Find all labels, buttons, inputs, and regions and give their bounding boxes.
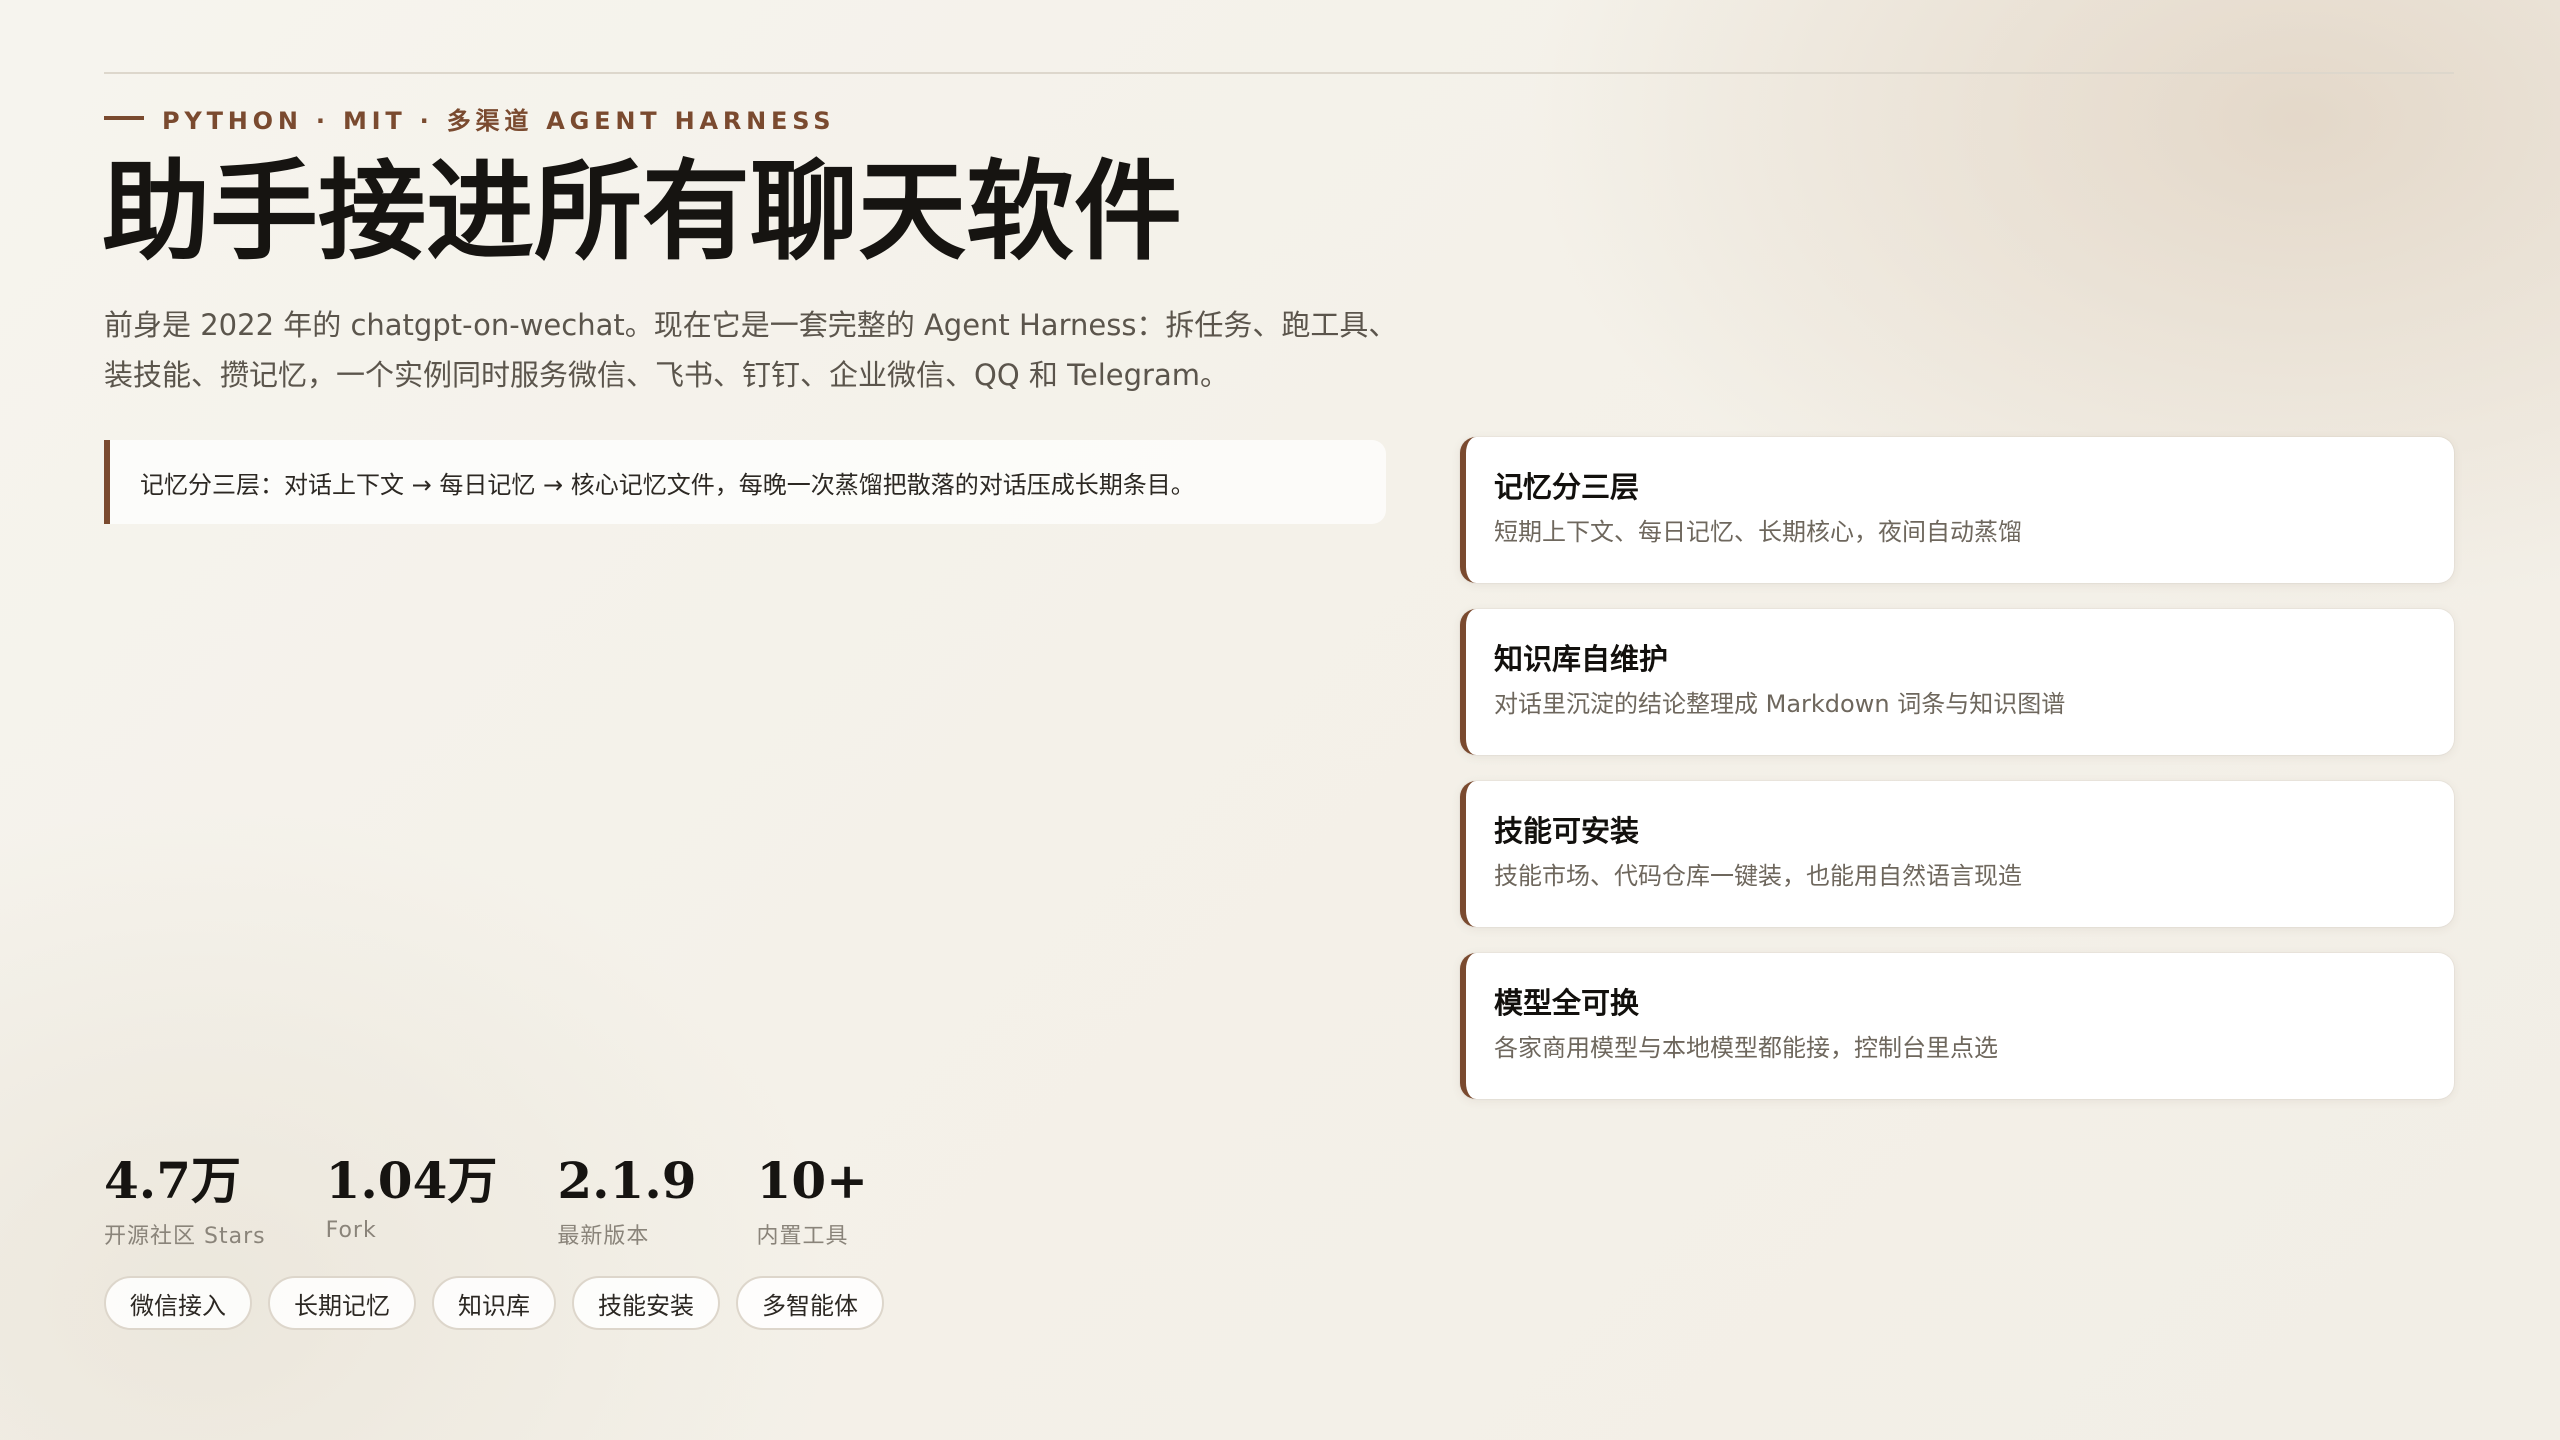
tag-wechat[interactable]: 微信接入: [104, 1276, 252, 1330]
feature-card-skills: 技能可安装 技能市场、代码仓库一键装，也能用自然语言现造: [1460, 781, 2454, 927]
feature-card-knowledge-base: 知识库自维护 对话里沉淀的结论整理成 Markdown 词条与知识图谱: [1460, 609, 2454, 755]
feature-card-memory: 记忆分三层 短期上下文、每日记忆、长期核心，夜间自动蒸馏: [1460, 437, 2454, 583]
stat-forks: 1.04万 Fork: [326, 1150, 498, 1250]
intro-line-1: 前身是 2022 年的 chatgpt-on-wechat。现在它是一套完整的 …: [104, 308, 1398, 342]
feature-title: 记忆分三层: [1494, 470, 1640, 504]
feature-description: 短期上下文、每日记忆、长期核心，夜间自动蒸馏: [1494, 518, 2022, 546]
stats-row: 4.7万 开源社区 Stars 1.04万 Fork 2.1.9 最新版本 10…: [104, 1150, 928, 1250]
stat-value: 4.7万: [104, 1151, 241, 1210]
stat-label: 开源社区 Stars: [104, 1224, 266, 1249]
stat-label: 最新版本: [557, 1224, 650, 1249]
feature-description: 各家商用模型与本地模型都能接，控制台里点选: [1494, 1034, 1998, 1062]
feature-title: 模型全可换: [1494, 986, 1640, 1020]
tag-skill-install[interactable]: 技能安装: [572, 1276, 720, 1330]
top-divider: [104, 72, 2454, 74]
feature-title: 技能可安装: [1494, 814, 1640, 848]
intro-paragraph: 前身是 2022 年的 chatgpt-on-wechat。现在它是一套完整的 …: [104, 300, 1404, 400]
tag-long-term-memory[interactable]: 长期记忆: [268, 1276, 416, 1330]
feature-list: 记忆分三层 短期上下文、每日记忆、长期核心，夜间自动蒸馏 知识库自维护 对话里沉…: [1460, 437, 2454, 1125]
feature-card-models: 模型全可换 各家商用模型与本地模型都能接，控制台里点选: [1460, 953, 2454, 1099]
stat-label: 内置工具: [756, 1224, 849, 1249]
page-title: 助手接进所有聊天软件: [102, 149, 1183, 275]
stat-stars: 4.7万 开源社区 Stars: [104, 1150, 266, 1250]
stat-tools: 10+ 内置工具: [757, 1150, 868, 1250]
stat-label: Fork: [325, 1218, 377, 1243]
stat-value: 1.04万: [325, 1151, 498, 1210]
intro-line-2: 装技能、攒记忆，一个实例同时服务微信、飞书、钉钉、企业微信、QQ 和 Teleg…: [104, 358, 1229, 392]
feature-title: 知识库自维护: [1494, 642, 1669, 676]
eyebrow-text: PYTHON · MIT · 多渠道 AGENT HARNESS: [162, 106, 836, 135]
tag-knowledge-base[interactable]: 知识库: [432, 1276, 556, 1330]
callout-text: 记忆分三层：对话上下文 → 每日记忆 → 核心记忆文件，每晚一次蒸馏把散落的对话…: [140, 470, 1195, 499]
eyebrow-dash: [104, 116, 144, 120]
stat-version: 2.1.9 最新版本: [557, 1150, 696, 1250]
tag-list: 微信接入 长期记忆 知识库 技能安装 多智能体: [104, 1276, 900, 1330]
eyebrow-label: PYTHON · MIT · 多渠道 AGENT HARNESS: [104, 100, 835, 136]
stat-value: 10+: [756, 1151, 869, 1210]
tag-multi-agent[interactable]: 多智能体: [736, 1276, 884, 1330]
stat-value: 2.1.9: [557, 1151, 697, 1210]
feature-description: 对话里沉淀的结论整理成 Markdown 词条与知识图谱: [1494, 690, 2066, 718]
memory-callout: 记忆分三层：对话上下文 → 每日记忆 → 核心记忆文件，每晚一次蒸馏把散落的对话…: [104, 440, 1386, 524]
feature-description: 技能市场、代码仓库一键装，也能用自然语言现造: [1494, 862, 2022, 890]
